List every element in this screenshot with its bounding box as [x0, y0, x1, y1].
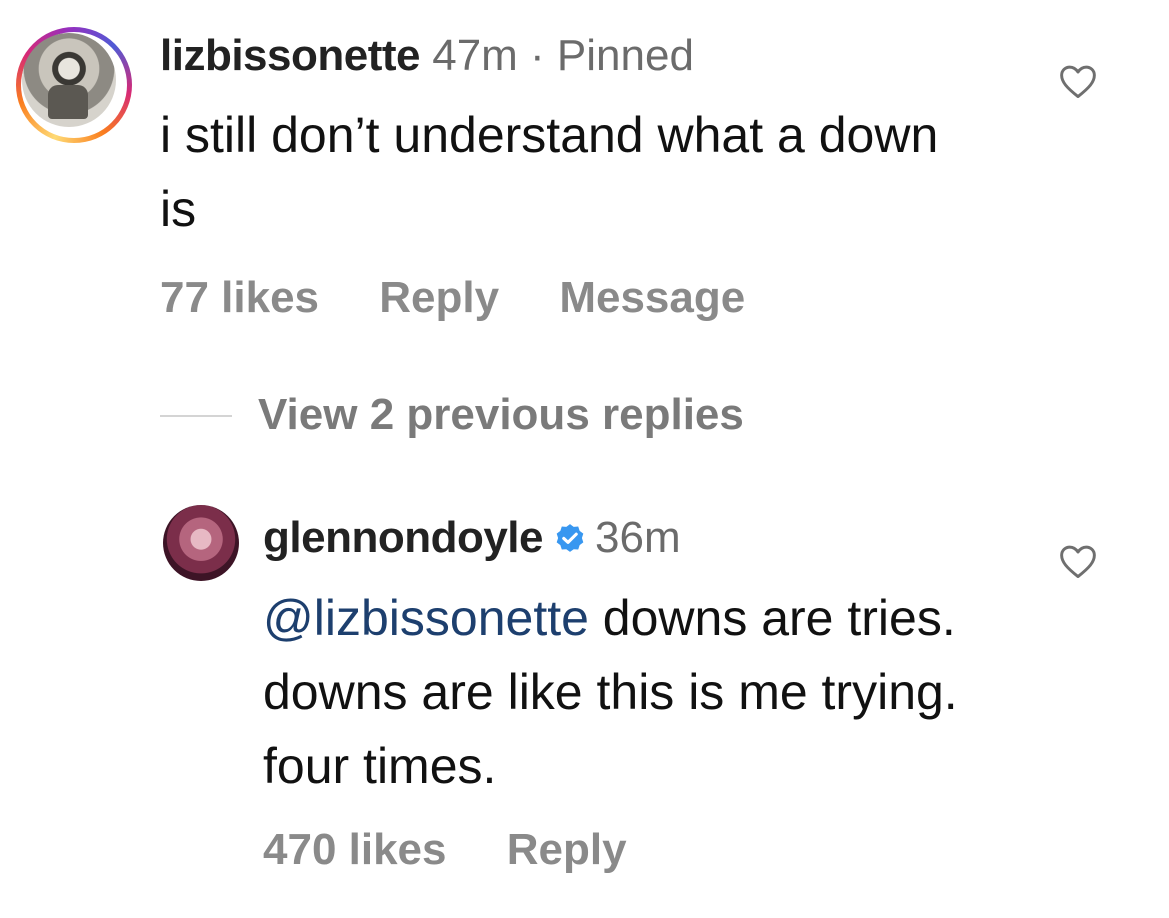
- divider-line: [160, 415, 232, 417]
- timestamp: 47m · Pinned: [432, 31, 694, 80]
- view-replies-label: View 2 previous replies: [258, 390, 744, 439]
- comment-header: lizbissonette 47m · Pinned: [160, 30, 694, 82]
- heart-icon[interactable]: [1058, 543, 1098, 579]
- username[interactable]: lizbissonette: [160, 31, 421, 80]
- comment-text: @lizbissonette downs are tries. downs ar…: [263, 581, 1023, 803]
- mention-link[interactable]: @lizbissonette: [263, 590, 589, 646]
- avatar[interactable]: [163, 505, 239, 581]
- like-count[interactable]: 470 likes: [263, 825, 447, 874]
- comment-actions: 470 likes Reply: [263, 824, 675, 876]
- verified-badge-icon: [556, 524, 584, 552]
- story-ring-avatar[interactable]: [16, 27, 132, 143]
- heart-icon[interactable]: [1058, 63, 1098, 99]
- comment-text: i still don’t understand what a down is: [160, 107, 939, 237]
- username[interactable]: glennondoyle: [263, 513, 544, 562]
- timestamp: 36m: [595, 513, 681, 562]
- like-count[interactable]: 77 likes: [160, 273, 319, 322]
- comment-header: glennondoyle 36m: [263, 512, 681, 564]
- message-button[interactable]: Message: [559, 273, 745, 322]
- comment-glennondoyle: glennondoyle 36m @lizbissonette downs ar…: [0, 480, 1169, 910]
- reply-button[interactable]: Reply: [507, 825, 627, 874]
- comment-actions: 77 likes Reply Message: [160, 272, 793, 324]
- reply-button[interactable]: Reply: [379, 273, 499, 322]
- comment-lizbissonette: lizbissonette 47m · Pinned i still don’t…: [0, 0, 1169, 360]
- avatar: [22, 33, 116, 127]
